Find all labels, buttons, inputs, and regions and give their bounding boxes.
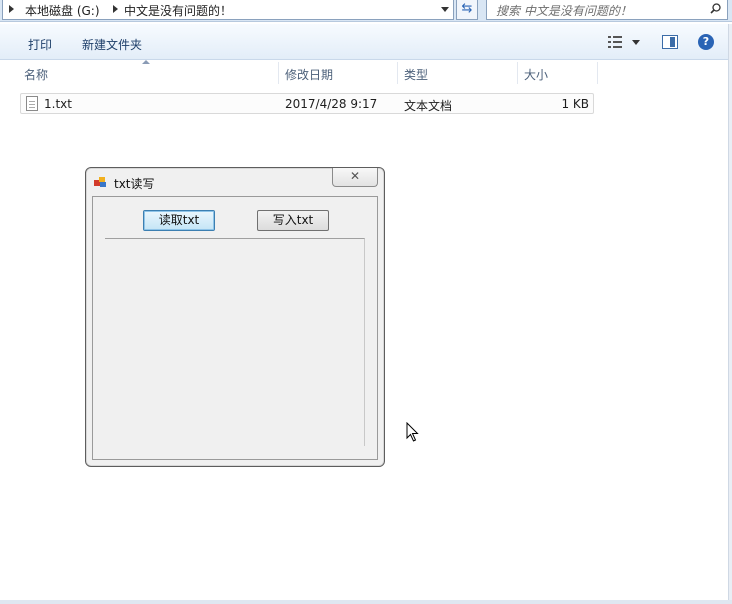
file-type: 文本文档: [404, 99, 453, 113]
file-modified: 2017/4/28 9:17: [285, 97, 378, 111]
sort-ascending-icon: [142, 60, 150, 64]
dialog-title: txt读写: [114, 177, 155, 191]
close-button[interactable]: ✕: [332, 168, 378, 187]
txt-dialog-window[interactable]: txt读写 ✕ 读取txt 写入txt: [85, 167, 385, 467]
view-dropdown-icon[interactable]: [632, 40, 640, 45]
search-icon[interactable]: [710, 3, 721, 14]
read-txt-button[interactable]: 读取txt: [143, 210, 215, 231]
refresh-button[interactable]: ⇆: [456, 0, 478, 20]
print-button[interactable]: 打印: [28, 36, 52, 53]
breadcrumb-drive[interactable]: 本地磁盘 (G:): [25, 2, 100, 19]
text-file-icon: [26, 96, 38, 111]
dialog-client-area: 读取txt 写入txt: [92, 196, 378, 460]
column-header-size[interactable]: 大小: [524, 66, 548, 83]
column-divider[interactable]: [278, 62, 279, 84]
preview-pane-icon[interactable]: [662, 35, 678, 49]
file-size: 1 KB: [561, 97, 589, 111]
address-dropdown-icon[interactable]: [441, 7, 449, 12]
breadcrumb-separator-icon[interactable]: [113, 5, 118, 13]
help-icon[interactable]: ?: [698, 34, 714, 50]
window-bottom-border: [0, 600, 732, 604]
column-divider[interactable]: [597, 62, 598, 84]
column-header-modified[interactable]: 修改日期: [285, 66, 333, 83]
refresh-icon: ⇆: [461, 1, 473, 16]
close-icon: ✕: [349, 169, 361, 183]
write-txt-button[interactable]: 写入txt: [257, 210, 329, 231]
new-folder-button[interactable]: 新建文件夹: [82, 36, 142, 53]
file-name: 1.txt: [44, 97, 72, 111]
mouse-cursor-icon: [406, 422, 419, 442]
content-textbox[interactable]: [105, 238, 365, 446]
app-icon: [94, 177, 106, 187]
view-options-icon[interactable]: [608, 36, 622, 48]
search-input[interactable]: 搜索 中文是没有问题的！: [486, 0, 728, 20]
address-strip: 本地磁盘 (G:) 中文是没有问题的！ ⇆ 搜索 中文是没有问题的！: [0, 0, 732, 22]
search-placeholder: 搜索 中文是没有问题的！: [496, 4, 632, 18]
column-divider[interactable]: [397, 62, 398, 84]
column-header-name[interactable]: 名称: [24, 66, 48, 83]
breadcrumb-folder[interactable]: 中文是没有问题的！: [124, 2, 232, 19]
address-bar[interactable]: 本地磁盘 (G:) 中文是没有问题的！: [2, 0, 454, 20]
column-header-type[interactable]: 类型: [404, 66, 428, 83]
column-divider[interactable]: [517, 62, 518, 84]
breadcrumb-separator-icon[interactable]: [9, 5, 14, 13]
window-right-border: [728, 24, 732, 604]
command-toolbar: 打印 新建文件夹 ?: [0, 24, 732, 60]
file-row[interactable]: 1.txt 2017/4/28 9:17 文本文档 1 KB: [20, 93, 594, 114]
